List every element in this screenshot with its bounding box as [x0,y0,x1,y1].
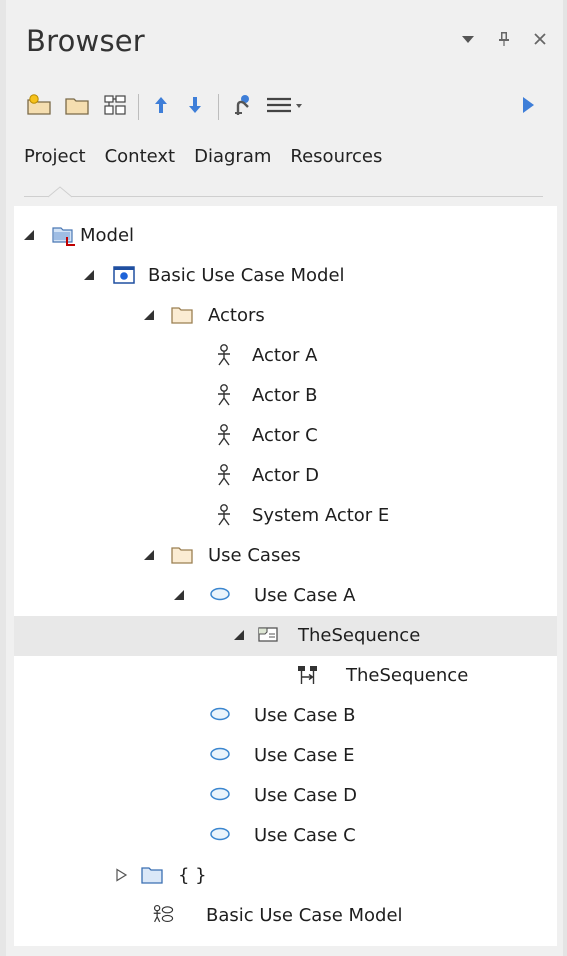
model-icon [113,266,135,284]
new-folder-icon[interactable] [62,88,92,122]
tree-node-basic-use-case-model[interactable]: Basic Use Case Model [14,256,557,296]
tree-node-actor-a[interactable]: Actor A [14,336,557,376]
tree-expanded-icon[interactable] [142,308,156,322]
toolbar-separator [138,94,139,120]
tree-node-use-case-diagram[interactable]: Basic Use Case Model [14,896,557,936]
dropdown-icon[interactable] [459,30,477,48]
tree-node-use-case-d[interactable]: Use Case D [14,776,557,816]
tree-node-actors[interactable]: Actors [14,296,557,336]
interaction-icon [258,627,278,642]
tree-node-label: Use Case B [254,705,356,726]
close-icon[interactable] [531,30,549,48]
tree-node-use-case-b[interactable]: Use Case B [14,696,557,736]
pin-icon[interactable] [495,30,513,48]
tab-project[interactable]: Project [24,146,86,167]
tree-node-system-actor-e[interactable]: System Actor E [14,496,557,536]
actor-icon [218,424,230,446]
use-case-icon [210,587,230,601]
tree-node-label: { } [178,865,207,886]
tree-node-actor-b[interactable]: Actor B [14,376,557,416]
tree-node-use-case-c[interactable]: Use Case C [14,816,557,856]
browser-panel: Browser Project Context Diagram Resource… [0,0,567,956]
tree-node-label: Basic Use Case Model [148,265,345,286]
tree-node-use-case-a[interactable]: Use Case A [14,576,557,616]
actor-icon [218,464,230,486]
tree-node-actor-d[interactable]: Actor D [14,456,557,496]
tree-node-label: Use Case E [254,745,355,766]
tree-expanded-icon[interactable] [232,628,246,642]
window-controls [459,30,549,48]
tree-node-label: Use Case C [254,825,356,846]
tree-node-use-cases[interactable]: Use Cases [14,536,557,576]
tree-expanded-icon[interactable] [172,588,186,602]
view-tabs: Project Context Diagram Resources [24,146,382,167]
model-package-icon [52,227,75,246]
tree-node-the-sequence-interaction[interactable]: TheSequence [14,616,557,656]
actor-icon [218,344,230,366]
tree-node-label: Basic Use Case Model [206,905,403,926]
tree-node-actor-c[interactable]: Actor C [14,416,557,456]
tree-node-label: Use Case A [254,585,356,606]
use-case-icon [210,827,230,841]
tab-underline [24,196,543,197]
active-tab-indicator [48,186,72,198]
tree-node-label: Use Cases [208,545,301,566]
expand-panel-icon[interactable] [516,88,540,122]
use-case-icon [210,707,230,721]
actor-icon [218,504,230,526]
tree-collapsed-icon[interactable] [114,868,128,882]
left-border [0,0,6,956]
tree-node-model[interactable]: Model [14,216,557,256]
tab-diagram[interactable]: Diagram [194,146,271,167]
tree-node-label: Actor A [252,345,318,366]
folder-icon [171,547,193,564]
new-diagram-icon[interactable] [100,88,130,122]
tree-node-empty-package[interactable]: { } [14,856,557,896]
tree-expanded-icon[interactable] [82,268,96,282]
right-border [563,0,567,956]
tree-node-label: Actor B [252,385,318,406]
tab-resources[interactable]: Resources [290,146,382,167]
tree-node-label: TheSequence [346,665,469,686]
project-tree: Model Basic Use Case Model Actors Actor … [14,206,557,946]
use-case-icon [210,787,230,801]
new-package-icon[interactable] [24,88,54,122]
move-down-icon[interactable] [182,88,208,122]
toolbar-separator [218,94,219,120]
tree-node-label: Actor D [252,465,319,486]
tree-node-use-case-e[interactable]: Use Case E [14,736,557,776]
menu-icon[interactable] [264,88,308,122]
panel-title: Browser [26,24,145,58]
add-element-icon[interactable] [228,88,258,122]
tab-context[interactable]: Context [105,146,176,167]
sequence-diagram-icon [298,666,317,684]
tree-node-label: TheSequence [298,625,421,646]
use-case-icon [210,747,230,761]
tree-node-label: Actor C [252,425,318,446]
folder-icon [141,867,163,884]
tree-expanded-icon[interactable] [142,548,156,562]
tree-node-label: System Actor E [252,505,390,526]
tree-node-the-sequence-diagram[interactable]: TheSequence [14,656,557,696]
tree-node-label: Actors [208,305,265,326]
use-case-diagram-icon [153,904,174,923]
folder-icon [171,307,193,324]
tree-node-label: Model [80,225,135,246]
tree-expanded-icon[interactable] [22,228,36,242]
actor-icon [218,384,230,406]
toolbar [24,88,544,124]
move-up-icon[interactable] [148,88,174,122]
tree-node-label: Use Case D [254,785,357,806]
